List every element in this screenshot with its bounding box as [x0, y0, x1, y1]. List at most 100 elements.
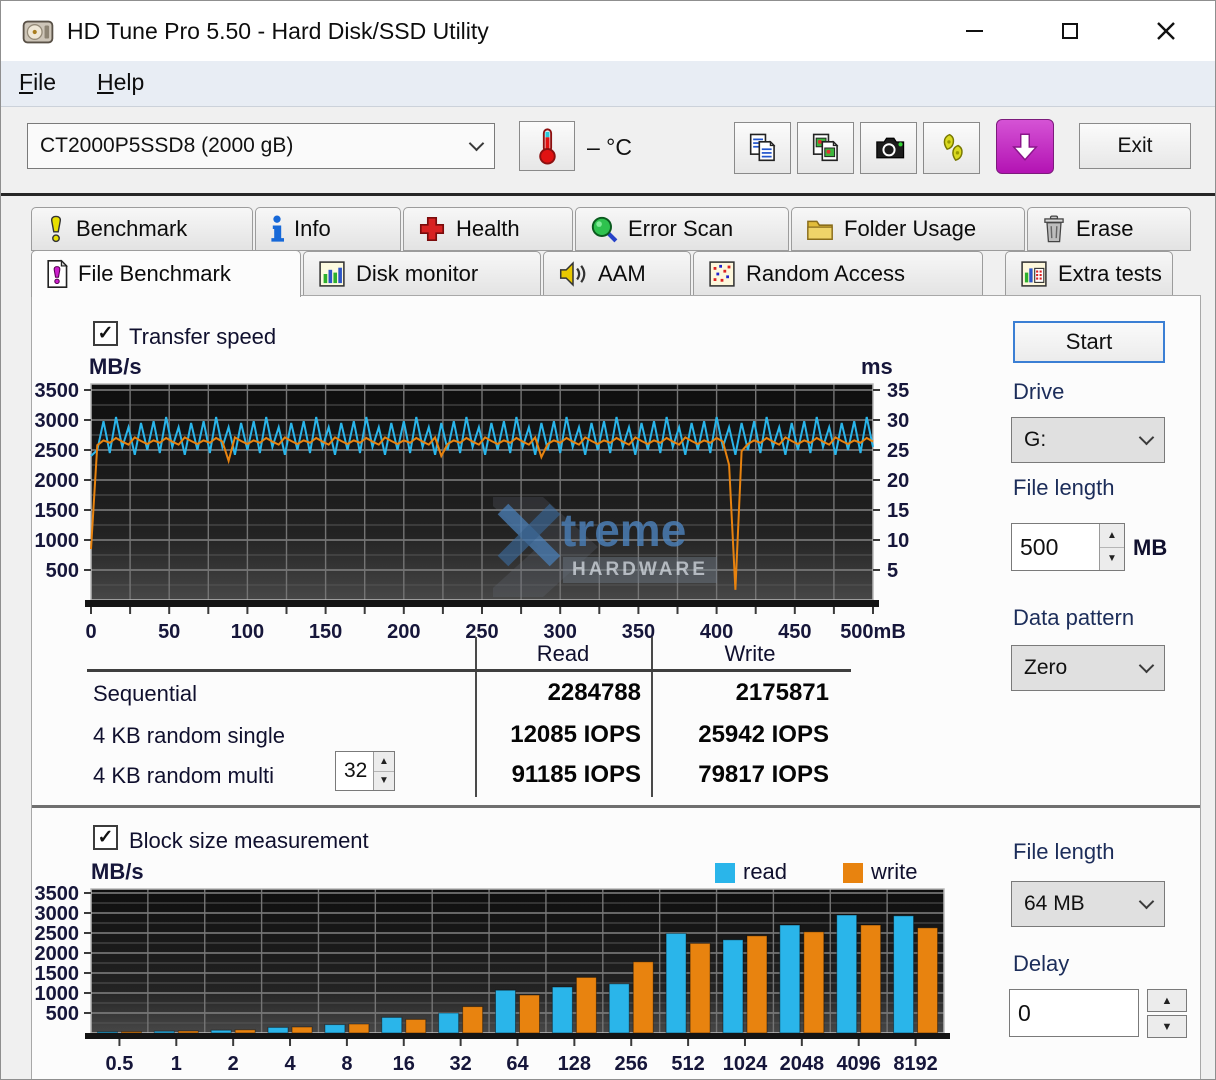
- tab-error-scan[interactable]: Error Scan: [575, 207, 789, 251]
- svg-text:2048: 2048: [780, 1053, 825, 1075]
- block-size-checkbox[interactable]: ✓: [93, 825, 118, 850]
- spin-down-icon[interactable]: ▼: [374, 771, 394, 790]
- tab-health[interactable]: Health: [403, 207, 573, 251]
- close-button[interactable]: [1141, 9, 1191, 53]
- svg-text:2: 2: [228, 1053, 239, 1075]
- delay-spin-down[interactable]: ▼: [1147, 1015, 1187, 1038]
- svg-text:500mB: 500mB: [840, 621, 906, 643]
- tab-aam[interactable]: AAM: [543, 251, 691, 297]
- tab-extra-tests[interactable]: Extra tests: [1005, 251, 1173, 297]
- table-header-rule: [87, 669, 851, 672]
- svg-text:2000: 2000: [35, 470, 80, 492]
- random-access-icon: [709, 261, 735, 287]
- svg-text:0: 0: [85, 621, 96, 643]
- queue-depth-spinner[interactable]: 32 ▲ ▼: [335, 751, 395, 791]
- svg-text:35: 35: [887, 380, 909, 402]
- svg-text:4: 4: [284, 1053, 296, 1075]
- data-pattern-label: Data pattern: [1013, 605, 1135, 630]
- maximize-button[interactable]: [1045, 9, 1095, 53]
- tab-random-access[interactable]: Random Access: [693, 251, 983, 297]
- svg-text:1: 1: [171, 1053, 182, 1075]
- spin-down-icon[interactable]: ▼: [1100, 547, 1124, 570]
- svg-text:10: 10: [887, 530, 909, 552]
- svg-text:4096: 4096: [836, 1053, 881, 1075]
- tab-disk-monitor[interactable]: Disk monitor: [303, 251, 541, 297]
- delay-label: Delay: [1013, 951, 1070, 976]
- window-title: HD Tune Pro 5.50 - Hard Disk/SSD Utility: [67, 18, 489, 44]
- svg-text:500: 500: [46, 1003, 79, 1025]
- row-random-single-label: 4 KB random single: [93, 723, 285, 748]
- svg-text:3500: 3500: [35, 883, 80, 905]
- svg-text:3000: 3000: [35, 410, 80, 432]
- col-header-write: Write: [724, 641, 776, 666]
- spin-up-icon[interactable]: ▲: [1100, 524, 1124, 548]
- svg-text:100: 100: [231, 621, 264, 643]
- svg-text:2000: 2000: [35, 943, 80, 965]
- menu-file[interactable]: File: [19, 69, 56, 96]
- spin-up-icon[interactable]: ▲: [374, 752, 394, 772]
- svg-text:30: 30: [887, 410, 909, 432]
- screenshot-button[interactable]: [860, 122, 917, 174]
- save-button[interactable]: [996, 119, 1054, 174]
- tab-benchmark[interactable]: Benchmark: [31, 207, 253, 251]
- title-bar: HD Tune Pro 5.50 - Hard Disk/SSD Utility: [1, 1, 1215, 61]
- svg-text:1000: 1000: [35, 983, 80, 1005]
- spin-down-icon: ▼: [1161, 1020, 1173, 1033]
- row-random-multi-read: 91185 IOPS: [511, 761, 641, 788]
- data-pattern-select[interactable]: Zero: [1011, 645, 1165, 691]
- transfer-speed-checkbox[interactable]: ✓: [93, 321, 118, 346]
- svg-text:20: 20: [887, 470, 909, 492]
- options-icon: [943, 133, 963, 161]
- tab-folder-usage[interactable]: Folder Usage: [791, 207, 1025, 251]
- delay-spin-up[interactable]: ▲: [1147, 989, 1187, 1012]
- svg-text:64: 64: [506, 1053, 529, 1075]
- app-window: HD Tune Pro 5.50 - Hard Disk/SSD Utility…: [0, 0, 1216, 1080]
- svg-text:ms: ms: [861, 354, 893, 379]
- error-scan-magnifier-icon: [591, 216, 618, 243]
- download-arrow-icon: [1012, 133, 1038, 161]
- row-sequential-label: Sequential: [93, 681, 197, 706]
- chevron-down-icon: [1138, 657, 1155, 674]
- row-sequential-write: 2175871: [735, 679, 829, 706]
- svg-text:15: 15: [887, 500, 909, 522]
- temperature-readout: – °C: [587, 134, 632, 160]
- maximize-icon: [1062, 23, 1078, 39]
- drive-select[interactable]: G:: [1011, 417, 1165, 463]
- copy-image-button[interactable]: [797, 122, 854, 174]
- section-divider: [32, 805, 1200, 808]
- svg-text:25: 25: [887, 440, 909, 462]
- file-length2-select[interactable]: 64 MB: [1011, 881, 1165, 927]
- options-button[interactable]: [923, 122, 980, 174]
- transfer-speed-label: Transfer speed: [129, 324, 277, 349]
- trash-icon: [1044, 215, 1064, 243]
- svg-text:256: 256: [615, 1053, 648, 1075]
- svg-text:1000: 1000: [35, 530, 80, 552]
- camera-icon: [875, 137, 904, 159]
- checkmark-icon: ✓: [97, 827, 114, 848]
- temperature-button[interactable]: [519, 121, 575, 171]
- svg-text:250: 250: [465, 621, 498, 643]
- svg-text:128: 128: [558, 1053, 591, 1075]
- tab-info[interactable]: Info: [255, 207, 401, 251]
- svg-text:MB/s: MB/s: [89, 354, 142, 379]
- file-length-spinner[interactable]: 500 ▲ ▼: [1011, 523, 1125, 571]
- svg-text:500: 500: [46, 560, 79, 582]
- svg-text:8: 8: [341, 1053, 352, 1075]
- disk-monitor-icon: [319, 261, 345, 287]
- tab-erase[interactable]: Erase: [1027, 207, 1191, 251]
- file-length-unit: MB: [1133, 535, 1168, 560]
- spin-up-icon: ▲: [1161, 994, 1173, 1007]
- row-random-multi-write: 79817 IOPS: [698, 761, 829, 788]
- delay-input[interactable]: [1009, 989, 1139, 1037]
- tab-file-benchmark[interactable]: File Benchmark: [31, 250, 301, 297]
- exit-button[interactable]: Exit: [1079, 123, 1191, 169]
- drive-model-select[interactable]: CT2000P5SSD8 (2000 gB): [27, 123, 495, 169]
- start-button[interactable]: Start: [1013, 321, 1165, 363]
- minimize-button[interactable]: [949, 9, 999, 53]
- menu-help[interactable]: Help: [97, 69, 144, 96]
- benchmark-icon: [50, 215, 62, 243]
- copy-text-icon: [749, 133, 776, 162]
- copy-text-button[interactable]: [734, 122, 791, 174]
- svg-text:0.5: 0.5: [106, 1053, 134, 1075]
- row-random-single-write: 25942 IOPS: [698, 721, 829, 748]
